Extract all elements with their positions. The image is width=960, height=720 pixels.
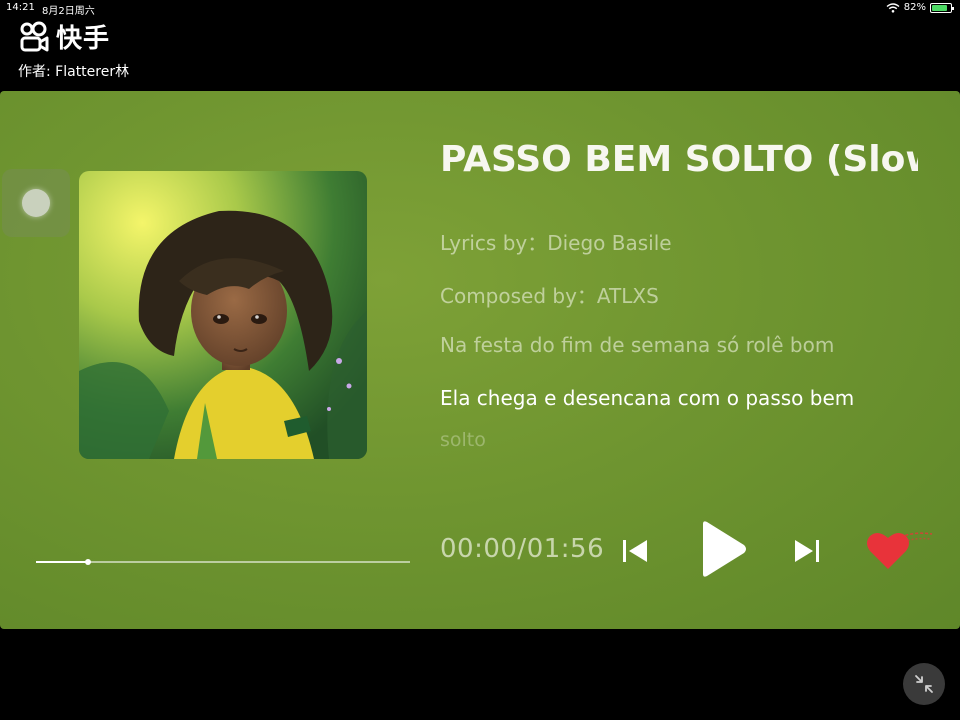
minimize-button[interactable] <box>903 663 945 705</box>
battery-percent: 82% <box>903 2 926 13</box>
author-label: 作者: Flatterer林 <box>18 64 130 80</box>
assistive-dot-icon <box>22 189 50 217</box>
like-button[interactable] <box>862 525 934 573</box>
music-player-card: PASSO BEM SOLTO (Slowed) Lyrics by：Diego… <box>0 91 960 629</box>
app-brand: 快手 <box>18 18 110 55</box>
album-art-illustration <box>79 171 367 459</box>
floating-assistive-button[interactable] <box>2 169 70 237</box>
status-bar: 14:21 8月2日周六 82% <box>0 0 960 17</box>
play-icon <box>703 521 746 577</box>
lyric-line: Lyrics by：Diego Basile <box>440 231 672 255</box>
lyric-line: Na festa do fim de semana só rolê bom <box>440 333 835 357</box>
battery-icon <box>930 2 954 13</box>
battery-level <box>932 4 947 11</box>
lyric-line-active: Ela chega e desencana com o passo bem <box>440 386 855 410</box>
lyric-line: solto <box>440 429 486 451</box>
time-display: 00:00/01:56 <box>440 534 605 564</box>
play-button[interactable] <box>694 518 750 580</box>
status-time: 14:21 <box>6 2 35 13</box>
brand-name: 快手 <box>56 24 111 54</box>
next-button[interactable] <box>790 534 824 568</box>
prev-button[interactable] <box>618 534 652 568</box>
heart-icon <box>867 532 909 569</box>
status-date: 8月2日周六 <box>42 6 95 17</box>
progress-thumb[interactable] <box>85 559 92 565</box>
lyric-line: Composed by：ATLXS <box>440 284 659 308</box>
minimize-arrows-icon <box>915 675 933 693</box>
progress-bar[interactable] <box>36 559 410 565</box>
skip-previous-icon <box>623 540 647 562</box>
kuaishou-logo-icon <box>20 21 49 51</box>
wifi-icon <box>886 2 900 13</box>
skip-next-icon <box>795 540 819 562</box>
album-cover <box>79 171 367 459</box>
progress-played <box>36 561 89 563</box>
status-indicators: 82% <box>886 2 954 13</box>
song-title: PASSO BEM SOLTO (Slowed) <box>440 139 918 180</box>
